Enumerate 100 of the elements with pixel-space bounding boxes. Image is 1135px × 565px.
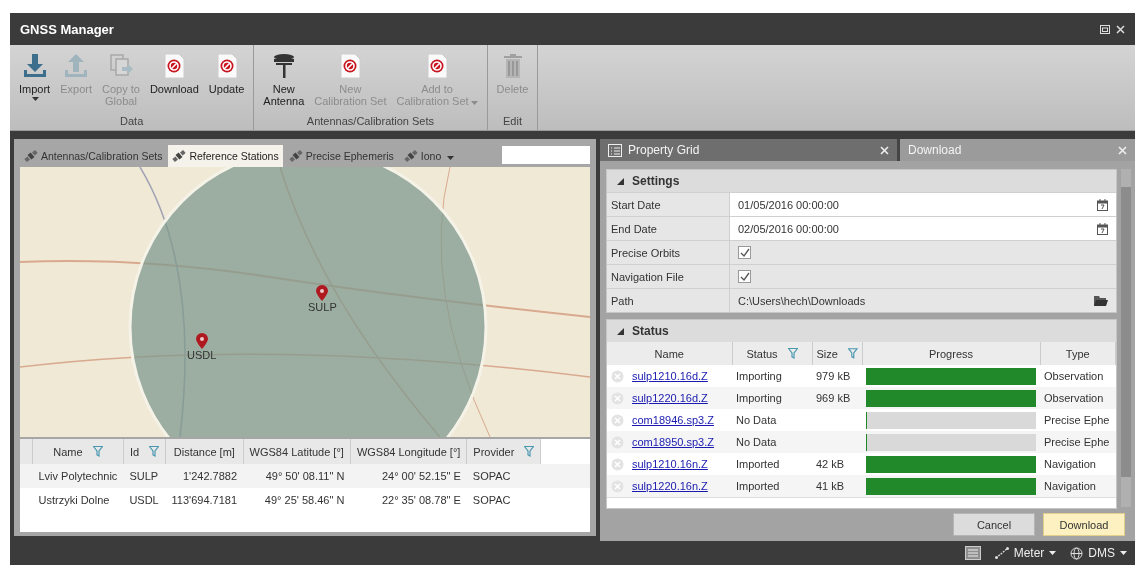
ruler-icon: [994, 547, 1009, 559]
calendar-icon[interactable]: [1097, 222, 1108, 235]
export-icon: [63, 53, 90, 79]
map-tab[interactable]: Precise Ephemeris: [284, 145, 398, 167]
unit-dropdown[interactable]: Meter: [994, 546, 1057, 560]
horizontal-scrollbar[interactable]: [607, 497, 1116, 508]
path-field[interactable]: C:\Users\hech\Downloads: [730, 289, 1116, 312]
globe-icon: [1070, 546, 1084, 560]
table-cell: 1'242.7882: [165, 464, 244, 488]
table-cell: Navigation: [1040, 453, 1116, 475]
caret-icon: [1049, 551, 1057, 555]
table-cell: SULP: [123, 464, 166, 488]
panel-tab[interactable]: Property Grid: [600, 139, 900, 161]
close-icon[interactable]: [1116, 24, 1125, 34]
column-header[interactable]: Progress: [862, 342, 1040, 365]
column-header[interactable]: Type: [1040, 342, 1116, 365]
search-field[interactable]: [502, 146, 590, 164]
ribbon-group-label: Edit: [502, 114, 523, 129]
ribbon-group-label: Antennas/Calibration Sets: [305, 114, 436, 129]
blocked-document-icon: [215, 53, 238, 79]
section-header[interactable]: Status: [607, 320, 1116, 342]
caret-icon: [32, 97, 40, 101]
checkbox[interactable]: [738, 270, 751, 283]
date-field[interactable]: 01/05/2016 00:00:00: [730, 193, 1116, 216]
table-cell: 969 kB: [812, 387, 862, 409]
map-pin-icon[interactable]: [195, 333, 208, 349]
column-header[interactable]: Size: [812, 342, 862, 365]
table-cell: 42 kB: [812, 453, 862, 475]
filter-icon[interactable]: [847, 348, 858, 359]
date-field[interactable]: 02/05/2016 00:00:00: [730, 217, 1116, 240]
station-label: SULP: [308, 301, 337, 313]
table-cell: Imported: [732, 475, 812, 497]
map-tab[interactable]: Iono: [399, 145, 446, 167]
column-header[interactable]: Status: [732, 342, 812, 365]
map-pin-icon[interactable]: [316, 285, 329, 301]
table-cell: Observation: [1040, 365, 1116, 387]
caret-icon: [1120, 551, 1127, 555]
dialog-button[interactable]: Cancel: [953, 513, 1035, 536]
folder-icon[interactable]: [1094, 295, 1108, 306]
table-cell: 113'694.7181: [165, 488, 244, 512]
ribbon-button[interactable]: Import: [16, 51, 54, 113]
list-icon: [608, 143, 622, 157]
format-dropdown[interactable]: DMS: [1070, 546, 1127, 560]
dialog-button[interactable]: Download: [1043, 513, 1125, 536]
table-cell: SOPAC: [466, 488, 541, 512]
section-header[interactable]: Settings: [607, 170, 1116, 192]
trash-icon: [502, 53, 523, 79]
map-tab[interactable]: Reference Stations: [168, 145, 283, 167]
collapse-icon[interactable]: [617, 327, 624, 335]
checkbox[interactable]: [738, 246, 751, 259]
filter-icon[interactable]: [92, 446, 103, 457]
satellite-icon: [403, 149, 418, 163]
file-link[interactable]: com18946.sp3.Z: [632, 414, 714, 426]
ribbon-button[interactable]: Update: [205, 51, 248, 113]
table-cell: Importing: [732, 387, 812, 409]
caret-icon: [447, 156, 455, 160]
close-icon[interactable]: [880, 145, 889, 155]
column-header[interactable]: Provider: [466, 439, 541, 464]
file-link[interactable]: sulp1210.16d.Z: [632, 370, 708, 382]
satellite-icon: [172, 149, 187, 163]
ribbon-group-label: Data: [119, 114, 145, 129]
column-header[interactable]: WGS84 Latitude [°]: [243, 439, 351, 464]
blocked-document-icon: [163, 53, 186, 79]
table-cell: No Data: [732, 431, 812, 453]
caret-icon: [470, 101, 478, 105]
property-label: Precise Orbits: [607, 241, 730, 264]
calendar-icon[interactable]: [1097, 198, 1108, 211]
vertical-scrollbar[interactable]: [1121, 169, 1131, 507]
table-cell: 49° 25' 58.46" N: [243, 488, 351, 512]
filter-icon[interactable]: [149, 446, 160, 457]
table-cell: SOPAC: [466, 464, 541, 488]
column-header[interactable]: Name: [607, 342, 732, 365]
table-cell: Precise Ephe: [1040, 431, 1116, 453]
table-cell: 41 kB: [812, 475, 862, 497]
column-header[interactable]: Distance [m]: [165, 439, 244, 464]
collapse-icon[interactable]: [617, 177, 624, 185]
property-label: Navigation File: [607, 265, 730, 288]
blocked-document-icon: [426, 53, 449, 79]
table-cell: Observation: [1040, 387, 1116, 409]
filter-icon[interactable]: [524, 446, 535, 457]
filter-icon[interactable]: [787, 348, 798, 359]
table-cell: No Data: [732, 409, 812, 431]
column-header[interactable]: Name: [32, 439, 124, 464]
column-header[interactable]: WGS84 Longitude [°]: [350, 439, 467, 464]
table-cell: Importing: [732, 365, 812, 387]
import-icon: [21, 53, 48, 79]
station-label: USDL: [187, 349, 217, 361]
ribbon-button[interactable]: New Antenna: [260, 51, 308, 113]
table-cell: Precise Ephe: [1040, 409, 1116, 431]
property-label: Path: [607, 289, 730, 312]
restore-icon[interactable]: [1100, 24, 1110, 34]
column-header[interactable]: Id: [123, 439, 166, 464]
map-tab[interactable]: Antennas/Calibration Sets: [20, 145, 167, 167]
table-cell: Imported: [732, 453, 812, 475]
satellite-icon: [24, 149, 38, 163]
blocked-document-icon: [339, 53, 362, 79]
file-link[interactable]: sulp1210.16n.Z: [632, 458, 708, 470]
copy-icon: [107, 53, 134, 79]
ribbon-button[interactable]: Download: [146, 51, 202, 113]
list-icon[interactable]: [964, 546, 981, 560]
